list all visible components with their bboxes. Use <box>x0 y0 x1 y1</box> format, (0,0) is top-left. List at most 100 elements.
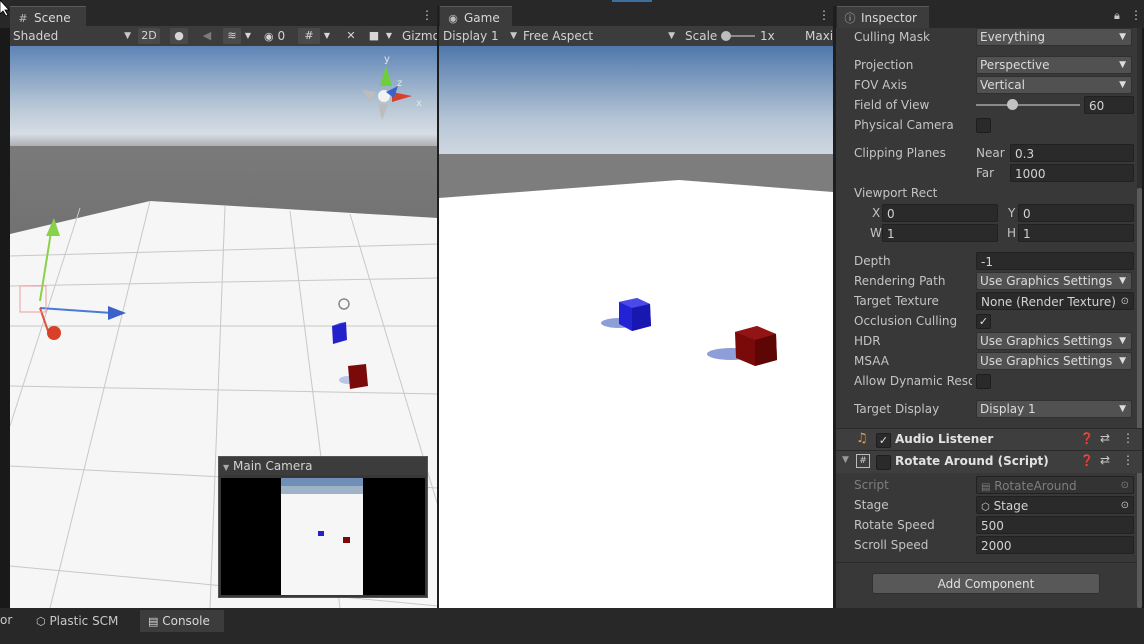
presets-icon[interactable]: ⇄ <box>1100 431 1110 445</box>
chevron-down-icon: ▼ <box>124 31 131 41</box>
viewport-h-input[interactable]: 1 <box>1018 224 1134 242</box>
effects-dropdown-icon[interactable]: ▼ <box>243 28 253 44</box>
toggle-2d-label: 2D <box>141 29 157 42</box>
depth-input[interactable]: -1 <box>976 252 1134 270</box>
script-file-icon: ▤ <box>981 482 991 493</box>
inspector-menu-icon[interactable]: ⋮ <box>1130 8 1142 22</box>
msaa-dropdown[interactable]: Use Graphics Settings ▼ <box>976 352 1132 370</box>
near-label: Near <box>976 146 1005 160</box>
hidden-objects-toggle[interactable]: ◉ 0 <box>264 26 298 46</box>
rotate-speed-input[interactable]: 500 <box>976 516 1134 534</box>
object-picker-icon[interactable]: ⊙ <box>1121 293 1129 309</box>
tab-inspector[interactable]: ⓘ Inspector <box>837 6 929 29</box>
grid-snap-icon[interactable]: # <box>298 28 320 44</box>
field-of-view-input[interactable]: 60 <box>1084 96 1134 114</box>
script-field: ▤ RotateAround ⊙ <box>976 476 1134 494</box>
tools-icon[interactable]: ✕ <box>342 28 360 44</box>
plastic-scm-label: Plastic SCM <box>49 614 119 628</box>
lock-icon[interactable]: 🔒︎ <box>1114 9 1120 23</box>
msaa-label: MSAA <box>854 354 889 368</box>
game-viewport[interactable] <box>439 46 833 608</box>
scale-value: 1x <box>760 29 775 43</box>
add-component-button[interactable]: Add Component <box>872 573 1100 594</box>
viewport-w-label: W <box>870 226 882 240</box>
occlusion-culling-checkbox[interactable]: ✓ <box>976 314 991 329</box>
field-of-view-label: Field of View <box>854 98 930 112</box>
scroll-speed-input[interactable]: 2000 <box>976 536 1134 554</box>
target-display-label: Target Display <box>854 402 940 416</box>
axis-y-label: y <box>384 54 390 65</box>
audio-listener-enabled-checkbox[interactable]: ✓ <box>876 433 891 448</box>
target-texture-field[interactable]: None (Render Texture) ⊙ <box>976 292 1134 310</box>
fov-axis-value: Vertical <box>980 78 1025 92</box>
inspector-scrollbar[interactable] <box>1137 28 1142 608</box>
camera-preview-header[interactable]: ▼ Main Camera <box>219 457 427 475</box>
camera-dropdown-icon[interactable]: ▼ <box>384 28 394 44</box>
bottom-tab-partial[interactable]: or <box>0 613 12 627</box>
chevron-down-icon: ▼ <box>1119 60 1126 70</box>
rendering-path-dropdown[interactable]: Use Graphics Settings ▼ <box>976 272 1132 290</box>
foldout-arrow-icon[interactable]: ▼ <box>842 455 849 465</box>
stage-field[interactable]: ⬡ Stage ⊙ <box>976 496 1134 514</box>
tab-console[interactable]: ▤ Console <box>140 610 224 632</box>
far-input[interactable]: 1000 <box>1010 164 1134 182</box>
axis-z-label: z <box>397 78 402 89</box>
console-icon: ▤ <box>148 615 159 628</box>
viewport-x-input[interactable]: 0 <box>882 204 998 222</box>
panel-divider-left[interactable] <box>437 6 439 608</box>
scene-menu-icon[interactable]: ⋮ <box>421 8 433 22</box>
far-label: Far <box>976 166 995 180</box>
rotate-around-enabled-checkbox[interactable] <box>876 455 891 470</box>
object-picker-icon[interactable]: ⊙ <box>1121 497 1129 513</box>
field-of-view-slider[interactable] <box>976 99 1080 110</box>
audio-listener-title: Audio Listener <box>895 432 994 446</box>
camera-preview-title: Main Camera <box>232 459 313 473</box>
collapse-arrow-icon: ▼ <box>223 463 230 472</box>
target-display-dropdown[interactable]: Display 1 ▼ <box>976 400 1132 418</box>
presets-icon[interactable]: ⇄ <box>1100 453 1110 467</box>
grid-dropdown-icon[interactable]: ▼ <box>322 28 332 44</box>
game-menu-icon[interactable]: ⋮ <box>818 8 830 22</box>
top-strip-highlight <box>612 0 652 2</box>
component-menu-icon[interactable]: ⋮ <box>1122 431 1134 445</box>
viewport-y-input[interactable]: 0 <box>1018 204 1134 222</box>
display-dropdown[interactable]: Display 1 ▼ <box>443 26 517 46</box>
projection-dropdown[interactable]: Perspective ▼ <box>976 56 1132 74</box>
scroll-speed-label: Scroll Speed <box>854 538 929 552</box>
audio-listener-header[interactable]: ♫ ✓ Audio Listener ❓ ⇄ ⋮ <box>836 428 1142 451</box>
tab-plastic-scm[interactable]: ⬡ Plastic SCM <box>28 610 126 632</box>
hdr-label: HDR <box>854 334 881 348</box>
chevron-down-icon: ▼ <box>1119 404 1126 414</box>
lighting-icon[interactable]: ● <box>170 28 188 44</box>
info-icon: ⓘ <box>844 12 856 25</box>
audio-icon[interactable]: ◀ <box>198 28 216 44</box>
scale-slider-handle[interactable] <box>721 31 731 41</box>
component-menu-icon[interactable]: ⋮ <box>1122 453 1134 467</box>
fov-axis-dropdown[interactable]: Vertical ▼ <box>976 76 1132 94</box>
effects-icon[interactable]: ≋ <box>223 28 241 44</box>
script-icon: # <box>856 454 870 468</box>
help-icon[interactable]: ❓ <box>1080 454 1094 467</box>
inspector-scrollbar-thumb[interactable] <box>1137 188 1142 608</box>
viewport-rect-label: Viewport Rect <box>854 186 938 200</box>
camera-icon[interactable]: ■ <box>366 28 382 44</box>
tab-inspector-label: Inspector <box>861 11 917 25</box>
near-input[interactable]: 0.3 <box>1010 144 1134 162</box>
aspect-dropdown[interactable]: Free Aspect ▼ <box>523 26 675 46</box>
field-of-view-slider-handle[interactable] <box>1007 99 1018 110</box>
viewport-w-input[interactable]: 1 <box>882 224 998 242</box>
physical-camera-checkbox[interactable] <box>976 118 991 133</box>
scale-slider[interactable] <box>721 31 755 41</box>
hdr-dropdown[interactable]: Use Graphics Settings ▼ <box>976 332 1132 350</box>
help-icon[interactable]: ❓ <box>1080 432 1094 445</box>
gizmos-dropdown[interactable]: Gizmo <box>402 26 438 46</box>
rotate-around-title: Rotate Around (Script) <box>895 454 1049 468</box>
gizmos-label: Gizmo <box>402 29 438 43</box>
maximize-toggle[interactable]: Maxi <box>805 26 833 46</box>
shading-mode-dropdown[interactable]: Shaded ▼ <box>13 26 131 46</box>
target-display-value: Display 1 <box>980 402 1036 416</box>
rotate-around-header[interactable]: ▼ # Rotate Around (Script) ❓ ⇄ ⋮ <box>836 450 1142 473</box>
toggle-2d-button[interactable]: 2D <box>138 28 160 44</box>
culling-mask-dropdown[interactable]: Everything ▼ <box>976 28 1132 46</box>
allow-dynamic-checkbox[interactable] <box>976 374 991 389</box>
